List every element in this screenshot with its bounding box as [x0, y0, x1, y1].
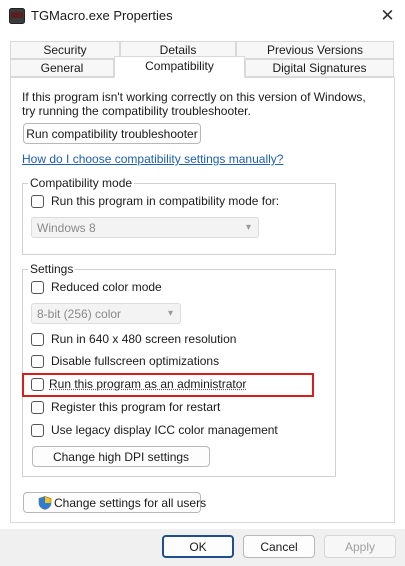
run-troubleshooter-button[interactable]: Run compatibility troubleshooter	[23, 123, 201, 144]
chevron-down-icon: ▾	[245, 221, 251, 233]
tab-previous-versions[interactable]: Previous Versions	[236, 41, 394, 59]
run-640-checkbox[interactable]	[31, 333, 44, 346]
run-as-admin-label[interactable]: Run this program as an administrator	[49, 377, 246, 391]
tab-general[interactable]: General	[10, 59, 114, 77]
register-restart-checkbox[interactable]	[31, 401, 44, 414]
close-icon: ✕	[380, 6, 395, 25]
close-window-button[interactable]: ✕	[370, 0, 405, 32]
run-as-admin-checkbox[interactable]	[31, 378, 44, 391]
disable-fullscreen-label: Disable fullscreen optimizations	[51, 354, 220, 368]
window-title: TGMacro.exe Properties	[31, 8, 173, 23]
compatibility-mode-label: Run this program in compatibility mode f…	[51, 194, 280, 208]
legacy-icc-label: Use legacy display ICC color management	[51, 423, 278, 437]
cancel-button[interactable]: Cancel	[243, 535, 315, 558]
reduced-color-checkbox[interactable]	[31, 281, 44, 294]
settings-title: Settings	[28, 262, 76, 276]
tab-compatibility[interactable]: Compatibility	[114, 56, 245, 78]
compatibility-mode-title: Compatibility mode	[28, 176, 135, 190]
os-version-select[interactable]: Windows 8 ▾	[31, 217, 259, 238]
color-mode-value: 8-bit (256) color	[37, 306, 122, 321]
change-all-users-button[interactable]: Change settings for all users	[23, 492, 206, 513]
os-version-value: Windows 8	[37, 220, 96, 235]
change-all-users-label: Change settings for all users	[54, 495, 207, 510]
tab-security[interactable]: Security	[10, 41, 120, 59]
help-link[interactable]: How do I choose compatibility settings m…	[22, 152, 283, 166]
intro-text-line-1: If this program isn't working correctly …	[22, 90, 366, 104]
shield-icon	[38, 495, 52, 510]
compatibility-mode-checkbox[interactable]	[31, 195, 44, 208]
register-restart-label: Register this program for restart	[51, 400, 221, 414]
change-dpi-button[interactable]: Change high DPI settings	[32, 446, 210, 467]
legacy-icc-checkbox[interactable]	[31, 424, 44, 437]
intro-text-line-2: try running the compatibility troublesho…	[22, 104, 251, 118]
ok-button[interactable]: OK	[162, 535, 234, 558]
reduced-color-label: Reduced color mode	[51, 280, 162, 294]
color-mode-select[interactable]: 8-bit (256) color ▾	[31, 303, 181, 324]
run-640-label: Run in 640 x 480 screen resolution	[51, 332, 237, 346]
disable-fullscreen-checkbox[interactable]	[31, 355, 44, 368]
tab-digital-signatures[interactable]: Digital Signatures	[245, 59, 394, 77]
apply-button[interactable]: Apply	[324, 535, 396, 558]
chevron-down-icon: ▾	[167, 307, 173, 319]
app-icon	[9, 8, 25, 24]
